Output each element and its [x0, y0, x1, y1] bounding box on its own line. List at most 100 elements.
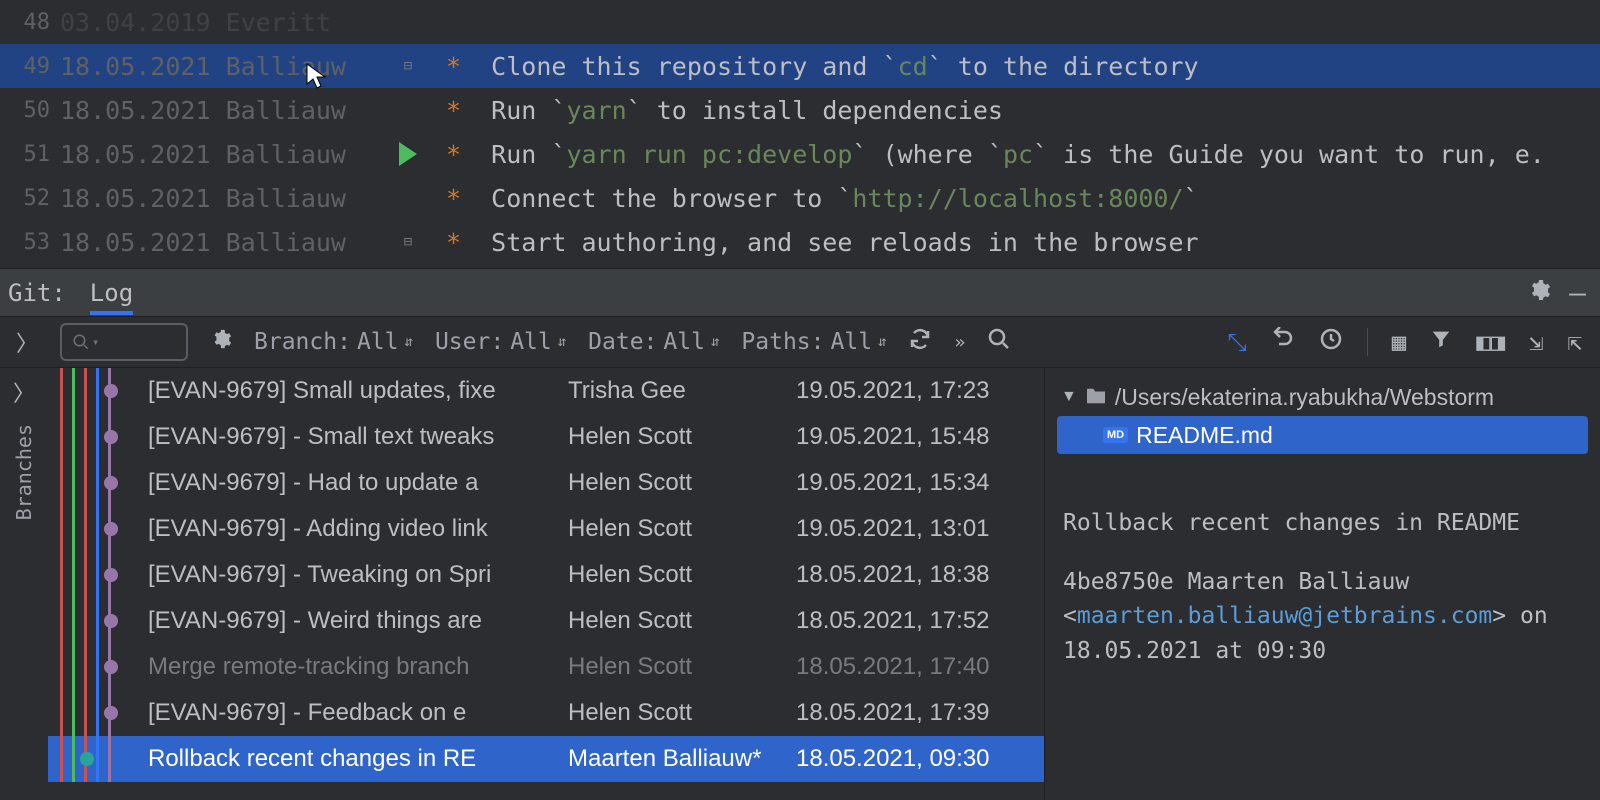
blame-annotation[interactable]: 18.05.2021 Balliauw — [56, 96, 370, 125]
chevron-right-icon[interactable]: 〉 — [13, 376, 35, 408]
editor-pane: 4803.04.2019 Everitt4918.05.2021 Balliau… — [0, 0, 1600, 268]
line-number: 49 — [0, 54, 56, 79]
gear-icon[interactable] — [210, 328, 232, 356]
filter-icon[interactable] — [1430, 328, 1452, 356]
editor-line[interactable]: 5218.05.2021 Balliauw * Connect the brows… — [0, 176, 1600, 220]
commit-date: 19.05.2021, 15:48 — [796, 423, 1012, 451]
commit-message: [EVAN-9679] - Weird things are — [148, 607, 568, 635]
blame-annotation[interactable]: 03.04.2019 Everitt — [56, 8, 370, 37]
commit-dot — [104, 706, 118, 720]
file-name: README.md — [1136, 422, 1273, 449]
more-icon[interactable]: » — [954, 332, 965, 353]
folder-icon — [1085, 384, 1107, 411]
commit-date: 19.05.2021, 15:34 — [796, 469, 1012, 497]
commit-author: Helen Scott — [568, 423, 796, 451]
code-text[interactable]: * Connect the browser to `http://localho… — [446, 184, 1600, 213]
blame-annotation[interactable]: 18.05.2021 Balliauw — [56, 228, 370, 257]
commit-dot — [104, 568, 118, 582]
commit-dot — [104, 430, 118, 444]
tab-log[interactable]: Log — [90, 279, 133, 315]
filter-branch[interactable]: Branch: All ⇵ — [254, 329, 413, 355]
commit-row[interactable]: [EVAN-9679] - Weird things are Helen Sco… — [48, 598, 1044, 644]
gear-icon[interactable] — [1527, 278, 1551, 308]
blame-annotation[interactable]: 18.05.2021 Balliauw — [56, 184, 370, 213]
commit-author: Maarten Balliauw* — [568, 745, 796, 773]
tree-file-row[interactable]: MD README.md — [1057, 416, 1588, 454]
filter-paths[interactable]: Paths: All ⇵ — [741, 329, 886, 355]
line-number: 51 — [0, 142, 56, 167]
commit-row[interactable]: [EVAN-9679] - Had to update a Helen Scot… — [48, 460, 1044, 506]
fold-icon[interactable]: ⊟ — [404, 234, 412, 250]
commit-author: Helen Scott — [568, 653, 796, 681]
commits-list[interactable]: [EVAN-9679] Small updates, fixeTrisha Ge… — [48, 368, 1044, 800]
commit-dot — [80, 752, 94, 766]
editor-line[interactable]: 5318.05.2021 Balliauw⊟* Start authoring,… — [0, 220, 1600, 264]
gutter[interactable] — [370, 142, 446, 166]
expand-all-icon[interactable]: ⇲ — [1529, 328, 1543, 356]
collapse-all-icon[interactable]: ⇱ — [1568, 328, 1582, 356]
blame-annotation[interactable]: 18.05.2021 Balliauw — [56, 52, 370, 81]
gutter[interactable]: ⊟ — [370, 58, 446, 74]
commit-message: Merge remote-tracking branch — [148, 653, 568, 681]
git-log-toolbar: 〉 ▾ Branch: All ⇵ User: All ⇵ Date: All … — [0, 316, 1600, 368]
code-text[interactable]: * Clone this repository and `cd` to the … — [446, 52, 1600, 81]
collapse-diff-icon[interactable]: ⤡ — [1228, 328, 1247, 356]
run-icon[interactable] — [399, 142, 417, 166]
graph-column — [48, 690, 148, 736]
editor-line[interactable]: 5018.05.2021 Balliauw* Run `yarn` to ins… — [0, 88, 1600, 132]
commit-message: [EVAN-9679] - Feedback on e — [148, 699, 568, 727]
commit-dot — [104, 614, 118, 628]
editor-line[interactable]: 4803.04.2019 Everitt — [0, 0, 1600, 44]
commit-email[interactable]: maarten.balliauw@jetbrains.com — [1077, 603, 1492, 629]
search-input[interactable]: ▾ — [60, 323, 188, 361]
commit-date: 18.05.2021, 17:39 — [796, 699, 1012, 727]
line-number: 48 — [0, 10, 56, 35]
editor-line[interactable]: 5118.05.2021 Balliauw * Run `yarn run pc:… — [0, 132, 1600, 176]
commit-title: Rollback recent changes in README — [1063, 506, 1582, 541]
search-icon[interactable] — [987, 327, 1011, 357]
blame-annotation[interactable]: 18.05.2021 Balliauw — [56, 140, 370, 169]
chevron-down-icon: ▼ — [1061, 388, 1077, 406]
gutter[interactable]: ⊟ — [370, 234, 446, 250]
code-text[interactable]: * Start authoring, and see reloads in th… — [446, 228, 1600, 257]
fold-icon[interactable]: ⊟ — [404, 58, 412, 74]
code-text[interactable]: * Run `yarn` to install dependencies — [446, 96, 1600, 125]
commit-row[interactable]: [EVAN-9679] - Small text tweaksHelen Sco… — [48, 414, 1044, 460]
commit-row[interactable]: [EVAN-9679] Small updates, fixeTrisha Ge… — [48, 368, 1044, 414]
branches-rail[interactable]: 〉 Branches — [0, 368, 48, 800]
commit-message: [EVAN-9679] - Adding video link — [148, 515, 568, 543]
commit-date: 18.05.2021, 17:40 — [796, 653, 1012, 681]
graph-column — [48, 506, 148, 552]
code-text[interactable]: * Run `yarn run pc:develop` (where `pc` … — [446, 140, 1600, 169]
commit-row[interactable]: [EVAN-9679] - Feedback on eHelen Scott18… — [48, 690, 1044, 736]
line-number: 52 — [0, 186, 56, 211]
commit-date: 18.05.2021, 18:38 — [796, 561, 1012, 589]
editor-line[interactable]: 4918.05.2021 Balliauw ⊟ * Clone this repos… — [0, 44, 1600, 88]
graph-column — [48, 552, 148, 598]
filter-date[interactable]: Date: All ⇵ — [588, 329, 719, 355]
commit-author: Helen Scott — [568, 515, 796, 543]
commit-dot — [104, 522, 118, 536]
refresh-icon[interactable] — [908, 327, 932, 357]
filter-user[interactable]: User: All ⇵ — [435, 329, 566, 355]
commit-row[interactable]: Rollback recent changes in REMaarten Bal… — [48, 736, 1044, 782]
minimize-icon[interactable]: — — [1569, 276, 1586, 309]
commit-author: Helen Scott — [568, 607, 796, 635]
commit-row[interactable]: [EVAN-9679] - Tweaking on SpriHelen Scot… — [48, 552, 1044, 598]
chevron-right-icon[interactable]: 〉 — [16, 326, 38, 358]
history-icon[interactable] — [1319, 327, 1343, 357]
commit-dot — [104, 660, 118, 674]
undo-icon[interactable] — [1271, 327, 1295, 357]
commit-message: [EVAN-9679] - Tweaking on Spri — [148, 561, 568, 589]
commit-author: Helen Scott — [568, 561, 796, 589]
graph-column — [48, 368, 148, 414]
commit-author: Helen Scott — [568, 469, 796, 497]
graph-column — [48, 460, 148, 506]
tree-folder-row[interactable]: ▼ /Users/ekaterina.ryabukha/Webstorm — [1057, 378, 1588, 416]
commit-row[interactable]: [EVAN-9679] - Adding video linkHelen Sco… — [48, 506, 1044, 552]
compare-icon[interactable]: ◧◨ — [1476, 328, 1505, 356]
graph-column — [48, 414, 148, 460]
commit-row[interactable]: Merge remote-tracking branchHelen Scott1… — [48, 644, 1044, 690]
group-icon[interactable]: ▦ — [1392, 328, 1406, 356]
git-toolwindow-header: Git: Log — — [0, 268, 1600, 316]
